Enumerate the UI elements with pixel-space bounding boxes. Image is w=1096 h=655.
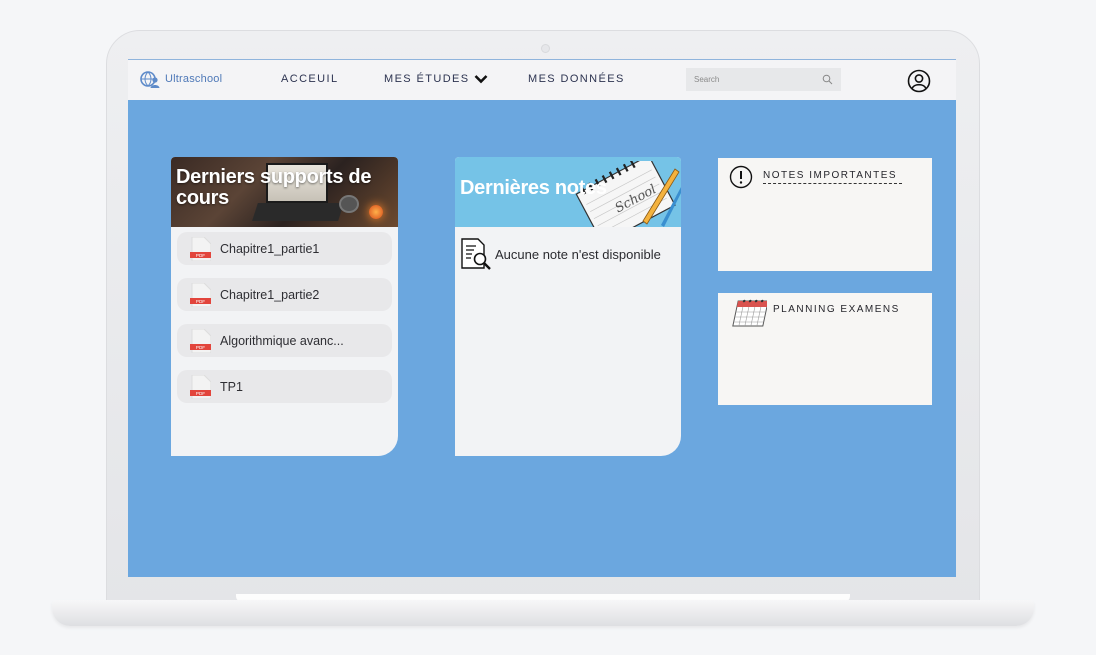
app-screen: Ultraschool ACCEUIL MES ÉTUDES MES DONNÉ…: [128, 59, 956, 577]
laptop-camera: [541, 44, 550, 53]
list-item[interactable]: PDF Chapitre1_partie2: [177, 278, 392, 311]
chevron-down-icon: [474, 75, 487, 84]
pdf-icon: PDF: [190, 374, 211, 399]
empty-state: Aucune note n'est disponible: [459, 237, 661, 271]
list-item[interactable]: PDF Algorithmique avanc...: [177, 324, 392, 357]
file-label: Algorithmique avanc...: [220, 333, 344, 348]
nav-mes-etudes-label: MES ÉTUDES: [384, 73, 470, 85]
file-label: Chapitre1_partie1: [220, 241, 320, 256]
svg-text:PDF: PDF: [196, 299, 205, 304]
document-search-icon: [461, 238, 491, 270]
svg-text:PDF: PDF: [196, 391, 205, 396]
latest-grades-card: School Dernières notes Aucune note n'est…: [455, 157, 681, 456]
important-notes-title: NOTES IMPORTANTES: [763, 170, 902, 184]
course-materials-card: Derniers supports de cours PDF Chapitre1…: [171, 157, 398, 456]
exam-planning-title: PLANNING EXAMENS: [773, 304, 900, 315]
exclamation-icon: [729, 165, 753, 189]
nav-accueil[interactable]: ACCEUIL: [281, 73, 338, 85]
search-input[interactable]: [686, 68, 841, 91]
pdf-icon: PDF: [190, 282, 211, 307]
pdf-icon: PDF: [190, 328, 211, 353]
list-item[interactable]: PDF TP1: [177, 370, 392, 403]
brand-name: Ultraschool: [165, 73, 223, 85]
user-account-icon[interactable]: [907, 69, 931, 93]
course-materials-title: Derniers supports de cours: [176, 166, 372, 209]
globe-users-icon: [140, 71, 160, 88]
latest-grades-header: School Dernières notes: [455, 157, 681, 227]
latest-grades-title: Dernières notes: [460, 177, 607, 199]
exam-planning-card: PLANNING EXAMENS: [718, 293, 932, 405]
pdf-icon: PDF: [190, 236, 211, 261]
svg-text:PDF: PDF: [196, 253, 205, 258]
laptop-base: [52, 600, 1034, 626]
nav-mes-donnees[interactable]: MES DONNÉES: [528, 73, 625, 85]
course-materials-header: Derniers supports de cours: [171, 157, 398, 227]
file-label: TP1: [220, 379, 243, 394]
top-navbar: Ultraschool ACCEUIL MES ÉTUDES MES DONNÉ…: [128, 59, 956, 100]
important-notes-card: NOTES IMPORTANTES: [718, 158, 932, 271]
nav-mes-etudes[interactable]: MES ÉTUDES: [384, 73, 488, 85]
svg-text:PDF: PDF: [196, 345, 205, 350]
course-file-list: PDF Chapitre1_partie1 PDF Chapitre1_part…: [171, 227, 398, 421]
file-label: Chapitre1_partie2: [220, 287, 320, 302]
list-item[interactable]: PDF Chapitre1_partie1: [177, 232, 392, 265]
empty-message: Aucune note n'est disponible: [495, 246, 661, 262]
search-icon[interactable]: [822, 74, 833, 85]
calendar-icon: [732, 299, 767, 327]
brand-logo[interactable]: Ultraschool: [140, 70, 222, 88]
